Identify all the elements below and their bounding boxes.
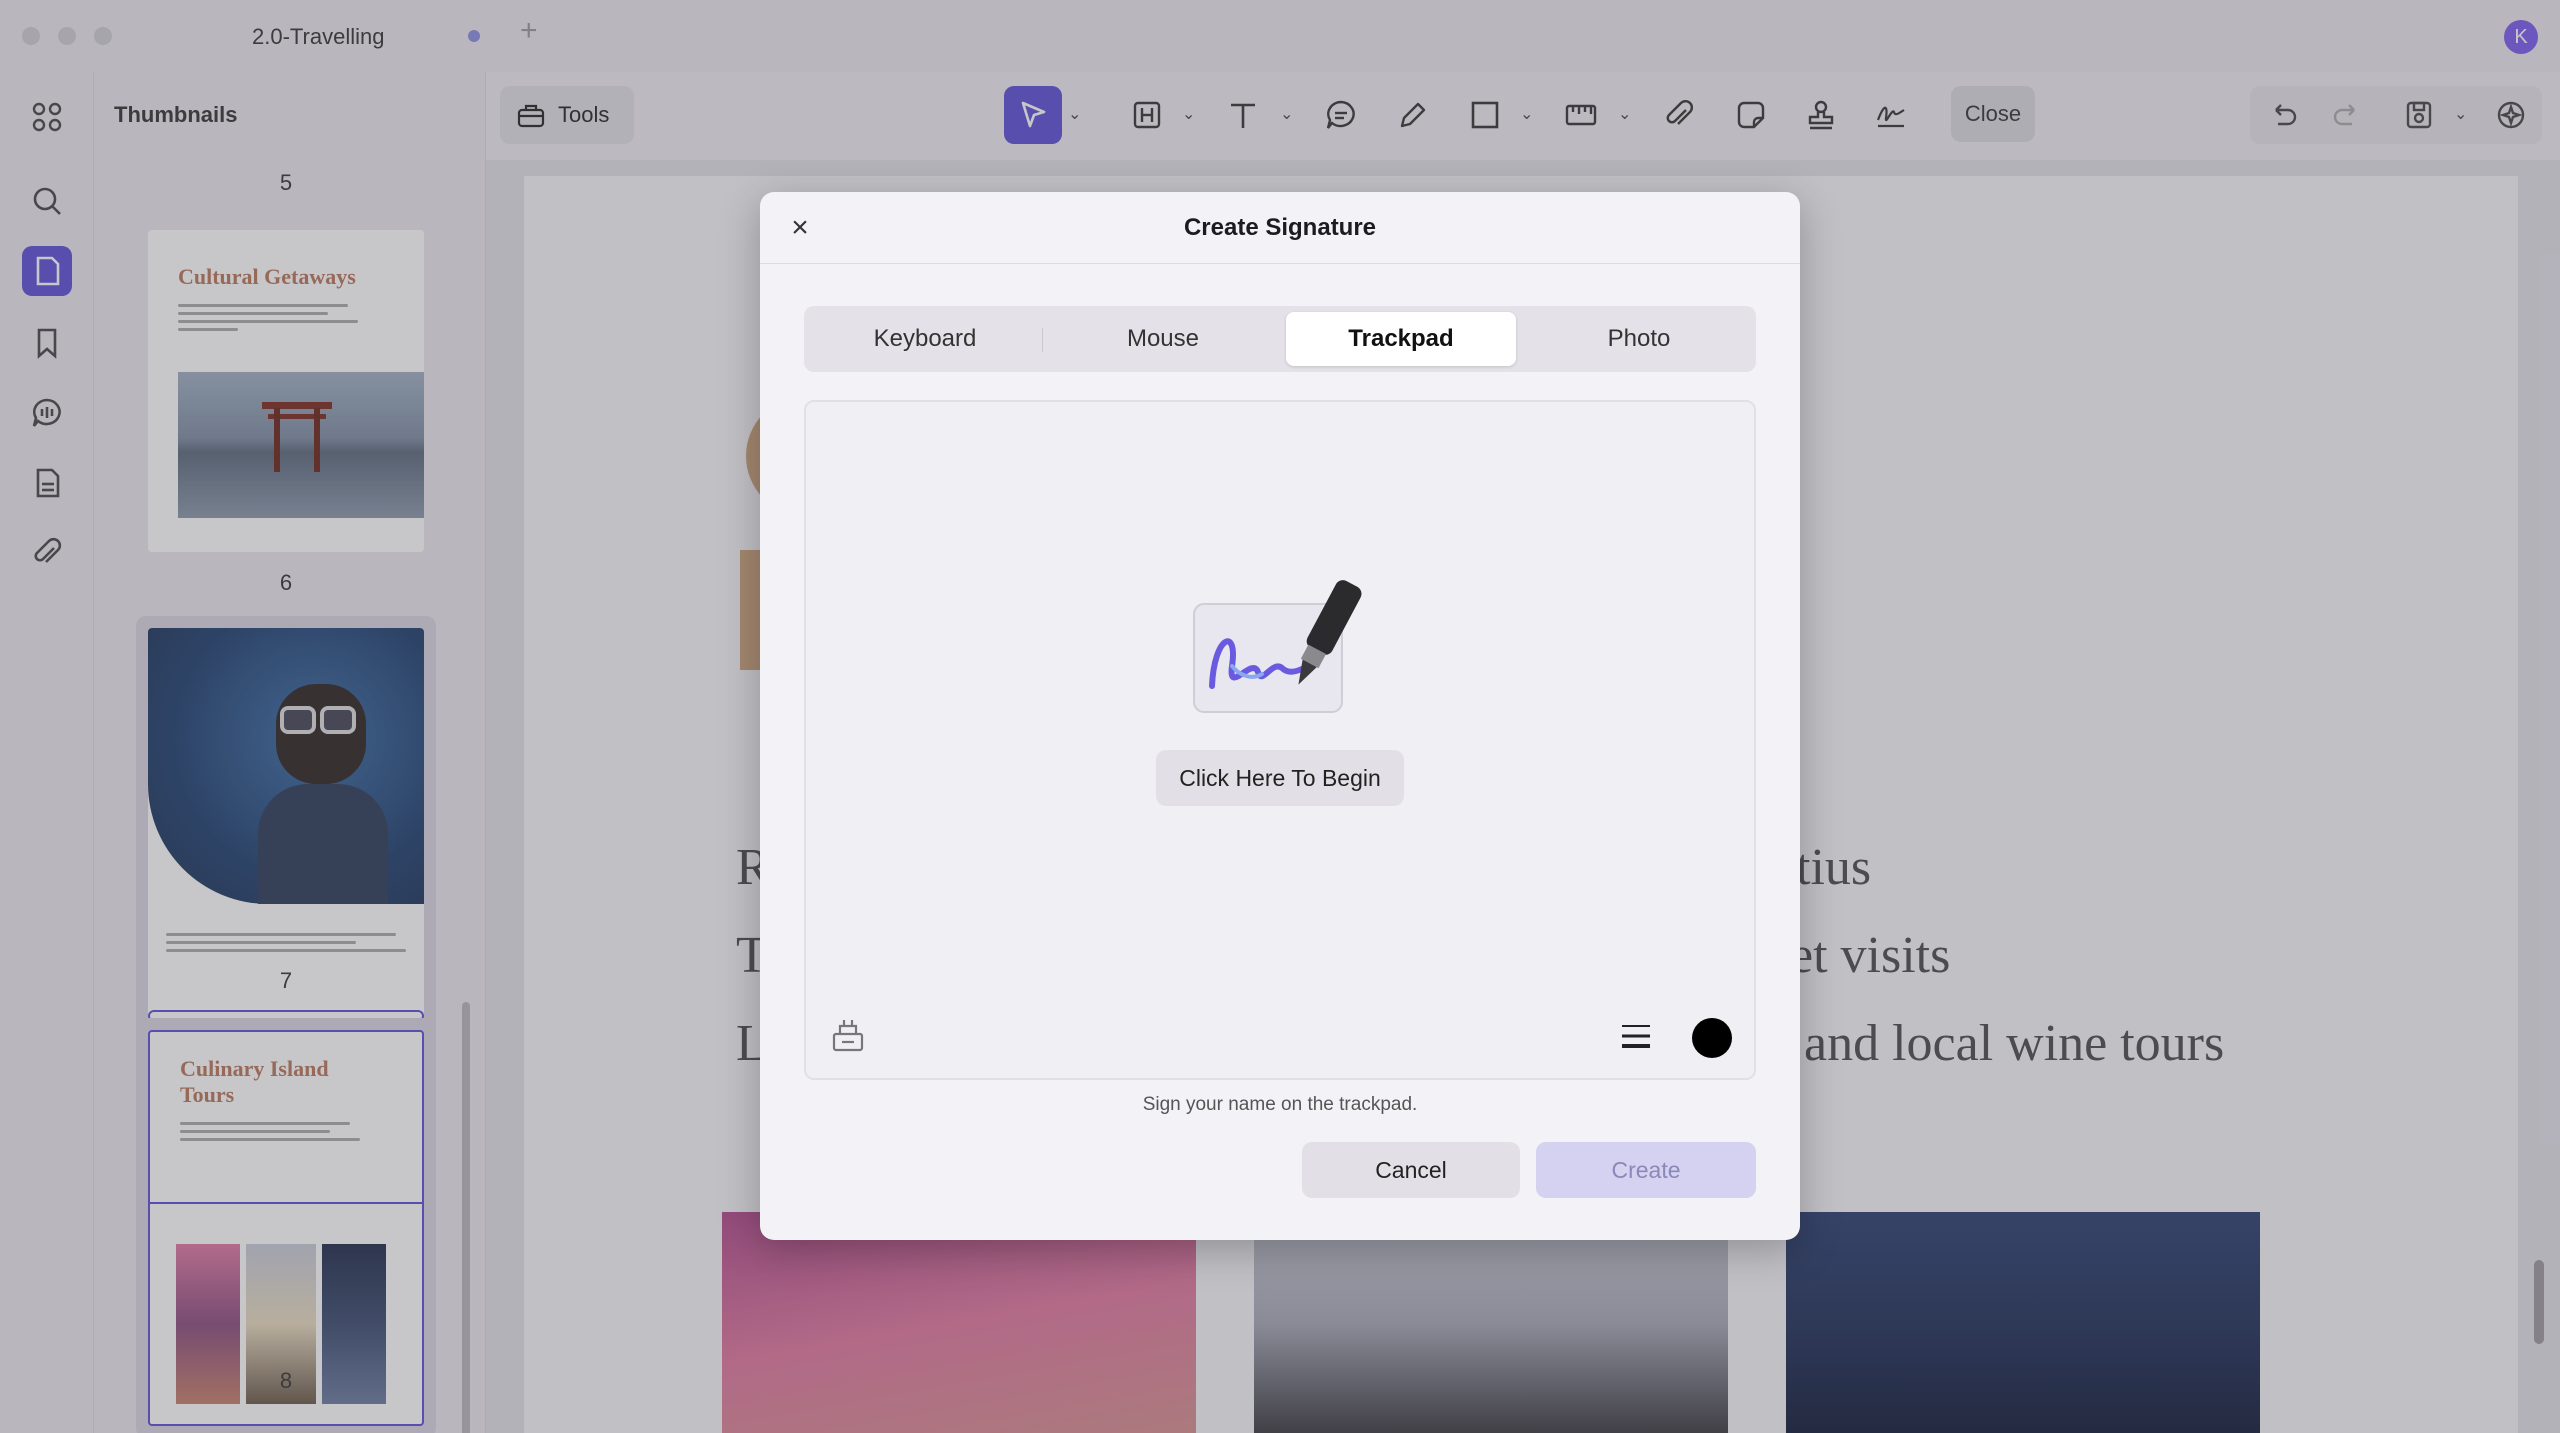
tab-divider (1042, 328, 1043, 352)
tab-photo[interactable]: Photo (1524, 312, 1754, 366)
create-signature-dialog: × Create Signature Keyboard Mouse Trackp… (760, 192, 1800, 1240)
ink-color-swatch[interactable] (1692, 1018, 1732, 1058)
tab-mouse[interactable]: Mouse (1048, 312, 1278, 366)
tab-trackpad[interactable]: Trackpad (1286, 312, 1516, 366)
create-button[interactable]: Create (1536, 1142, 1756, 1198)
click-to-begin-button[interactable]: Click Here To Begin (1156, 750, 1404, 806)
signature-canvas[interactable] (804, 400, 1756, 1080)
trackpad-hint: Sign your name on the trackpad. (1142, 1094, 1418, 1115)
dialog-title: Create Signature (1183, 214, 1377, 241)
cancel-button[interactable]: Cancel (1302, 1142, 1520, 1198)
dialog-header: × Create Signature (760, 192, 1800, 264)
clear-eraser-icon[interactable] (828, 1016, 868, 1056)
signature-method-tabs: Keyboard Mouse Trackpad Photo (804, 306, 1756, 372)
stroke-width-icon[interactable] (1618, 1016, 1654, 1056)
tab-keyboard[interactable]: Keyboard (810, 312, 1040, 366)
signature-pen-illustration-icon (1193, 580, 1362, 713)
